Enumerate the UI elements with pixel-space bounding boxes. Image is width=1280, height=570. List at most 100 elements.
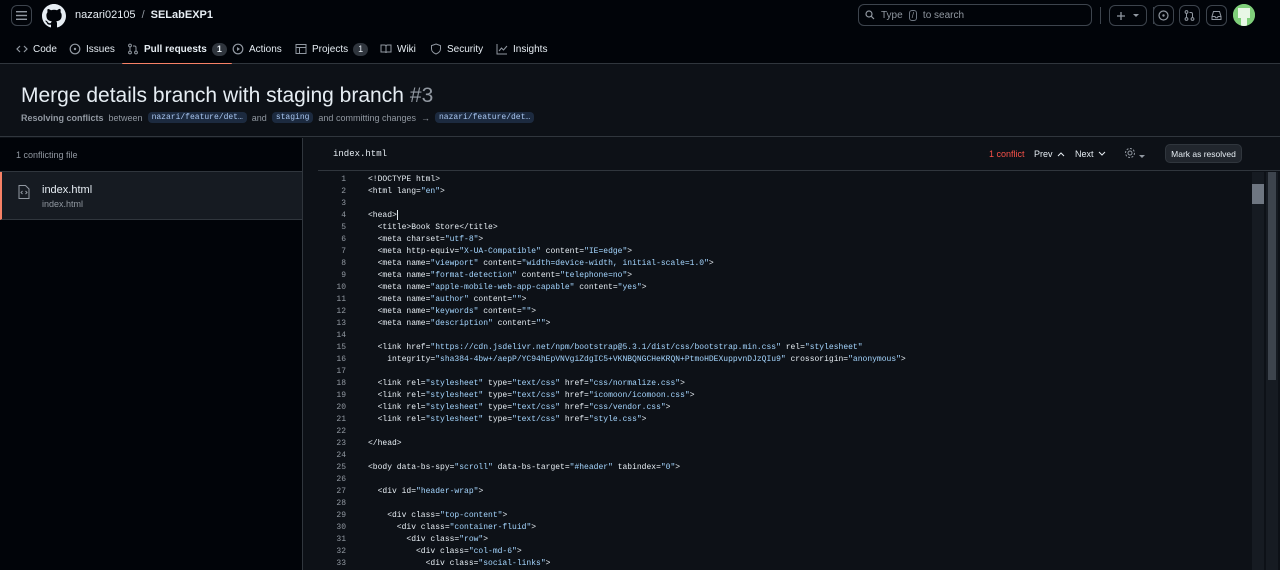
file-list-item[interactable]: index.html index.html [0, 172, 302, 220]
conflicting-files-panel: 1 conflicting file index.html index.html [0, 138, 303, 570]
graph-icon [496, 44, 508, 55]
editor-settings-button[interactable] [1124, 147, 1146, 162]
tab-actions[interactable]: Actions [232, 34, 282, 64]
owner-link[interactable]: nazari02105 [75, 9, 136, 21]
line-code: <div class="col-md-6"> [368, 547, 522, 556]
line-code: <div id="header-wrap"> [368, 487, 484, 496]
line-code: <div class="top-content"> [368, 511, 508, 520]
line-number: 4 [341, 211, 346, 220]
gear-icon [1125, 148, 1135, 158]
arrow-right-icon: → [420, 112, 430, 123]
tab-wiki[interactable]: Wiki [380, 34, 416, 64]
line-number: 25 [336, 463, 346, 472]
caret-down-icon [1133, 13, 1139, 17]
conflicting-files-header: 1 conflicting file [0, 138, 302, 172]
line-code: <link rel="stylesheet" type="text/css" h… [368, 379, 685, 388]
subtitle-committing: and committing changes [318, 112, 416, 123]
tab-code[interactable]: Code [16, 34, 57, 64]
line-number: 30 [336, 523, 346, 532]
page-scrollbar-thumb[interactable] [1268, 172, 1276, 380]
line-number: 9 [341, 271, 346, 280]
line-number: 26 [336, 475, 346, 484]
file-path: index.html [42, 199, 84, 209]
line-code: <div class="container-fluid"> [368, 523, 537, 532]
search-input[interactable]: Type / to search [858, 4, 1092, 26]
tab-issues[interactable]: Issues [69, 34, 115, 64]
line-number: 24 [336, 451, 346, 460]
line-number: 16 [336, 355, 346, 364]
line-number: 12 [336, 307, 346, 316]
line-number: 7 [341, 247, 346, 256]
tab-security[interactable]: Security [430, 34, 483, 64]
line-number: 5 [341, 223, 346, 232]
create-new-button[interactable] [1109, 5, 1147, 26]
line-number: 1 [341, 175, 346, 184]
line-code: <meta charset="utf-8"> [368, 235, 484, 244]
line-number: 18 [336, 379, 346, 388]
line-number: 8 [341, 259, 346, 268]
line-number: 6 [341, 235, 346, 244]
line-number: 3 [341, 199, 346, 208]
line-number: 13 [336, 319, 346, 328]
conflict-count: 1 conflict [989, 149, 1025, 159]
search-icon [865, 10, 875, 20]
divider [1100, 7, 1101, 24]
breadcrumb: nazari02105 / SELabEXP1 [75, 9, 213, 21]
prev-conflict-button[interactable]: Prev [1034, 149, 1065, 159]
shield-icon [431, 43, 441, 55]
code-editor[interactable]: 1 <!DOCTYPE html> 2 <html lang="en"> 3 4 <head… [318, 172, 1250, 570]
tab-label: Pull requests [144, 43, 207, 55]
issue-icon [69, 43, 81, 55]
table-icon [295, 44, 307, 54]
menu-button[interactable] [11, 5, 32, 26]
base-branch-label[interactable]: staging [271, 112, 314, 123]
target-branch-label[interactable]: nazari/feature/det… [434, 112, 535, 123]
tab-label: Actions [249, 43, 282, 55]
inbox-button[interactable] [1206, 5, 1227, 26]
line-number: 10 [336, 283, 346, 292]
line-number: 33 [336, 559, 346, 568]
tab-projects[interactable]: Projects 1 [295, 34, 369, 64]
global-header: nazari02105 / SELabEXP1 Type / to search… [0, 0, 1280, 65]
issues-button[interactable] [1153, 5, 1174, 26]
page-title: Merge details branch with staging branch… [21, 84, 433, 108]
editor-scrollbar-thumb[interactable] [1252, 184, 1264, 204]
mark-as-resolved-button[interactable]: Mark as resolved [1165, 144, 1242, 163]
line-code: <link rel="stylesheet" type="text/css" h… [368, 403, 671, 412]
line-number: 28 [336, 499, 346, 508]
pr-subtitle: Resolving conflicts between nazari/featu… [21, 112, 535, 123]
search-shortcut-key: / [908, 9, 917, 21]
line-number: 21 [336, 415, 346, 424]
next-conflict-button[interactable]: Next [1075, 149, 1106, 159]
search-suffix: to search [922, 9, 965, 21]
avatar[interactable] [1233, 4, 1255, 26]
line-code: integrity="sha384-4bw+/aepP/YC94hEpVNVgi… [368, 355, 906, 364]
line-number: 32 [336, 547, 346, 556]
code-icon [16, 45, 28, 53]
line-number: 20 [336, 403, 346, 412]
tab-label: Code [33, 43, 57, 55]
tab-label: Issues [86, 43, 115, 55]
line-code: <div class="row"> [368, 535, 489, 544]
github-logo-icon[interactable] [42, 4, 66, 28]
head-branch-label[interactable]: nazari/feature/det… [147, 112, 247, 123]
line-code: <body data-bs-spy="scroll" data-bs-targe… [368, 463, 681, 472]
line-code: <link rel="stylesheet" type="text/css" h… [368, 415, 647, 424]
projects-count: 1 [353, 42, 369, 56]
chevron-up-icon [1057, 152, 1065, 157]
tab-label: Security [447, 43, 484, 55]
tab-insights[interactable]: Insights [496, 34, 547, 64]
pull-requests-button[interactable] [1179, 5, 1200, 26]
pr-number: #3 [409, 84, 434, 107]
subtitle-action: Resolving conflicts [21, 112, 104, 123]
line-number: 27 [336, 487, 346, 496]
avatar-identicon-icon [1233, 4, 1255, 26]
line-code: <meta name="description" content=""> [368, 319, 551, 328]
tab-pull-requests[interactable]: Pull requests 1 [122, 34, 232, 65]
subtitle-between: between [108, 112, 143, 123]
repo-link[interactable]: SELabEXP1 [151, 9, 213, 21]
line-code: <meta name="viewport" content="width=dev… [368, 259, 714, 268]
line-code: <meta http-equiv="X-UA-Compatible" conte… [368, 247, 633, 256]
line-code: <meta name="author" content=""> [368, 295, 527, 304]
line-code: <link rel="stylesheet" type="text/css" h… [368, 391, 695, 400]
